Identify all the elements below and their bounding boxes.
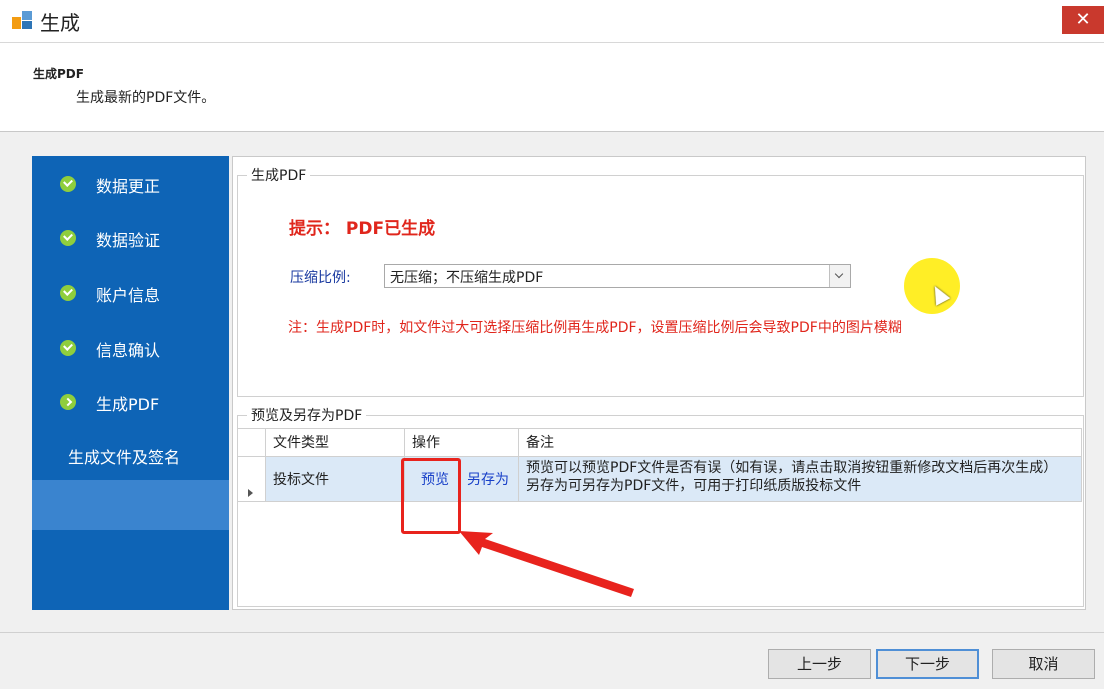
next-button[interactable]: 下一步 (876, 649, 979, 679)
close-button[interactable]: ✕ (1062, 6, 1104, 34)
sidebar-item-label: 账户信息 (96, 286, 161, 305)
check-circle-icon (60, 340, 76, 356)
wizard-steps-sidebar: 数据更正 数据验证 账户信息 信息确认 生成PDF 生成文件及签名 (32, 156, 229, 610)
sidebar-selection-highlight (32, 480, 229, 530)
sidebar-item-generate-pdf[interactable]: 生成PDF (60, 391, 160, 415)
step-description: 生成最新的PDF文件。 (76, 90, 216, 106)
sidebar-item-label: 数据更正 (96, 177, 161, 196)
check-circle-icon (60, 230, 76, 246)
cancel-button[interactable]: 取消 (992, 649, 1095, 679)
arrow-circle-icon (60, 394, 76, 410)
step-title: 生成PDF (33, 67, 84, 81)
sidebar-item-data-validation[interactable]: 数据验证 (60, 227, 161, 251)
sidebar-item-label: 信息确认 (96, 341, 161, 360)
sidebar-item-account-info[interactable]: 账户信息 (60, 282, 161, 306)
close-icon: ✕ (1075, 9, 1091, 30)
prev-button[interactable]: 上一步 (768, 649, 871, 679)
main-panel: 生成PDF 提示： PDF已生成 压缩比例: 无压缩；不压缩生成PDF 注：生成… (232, 156, 1086, 610)
sidebar-item-data-correction[interactable]: 数据更正 (60, 173, 161, 197)
check-circle-icon (60, 176, 76, 192)
divider (0, 131, 1104, 132)
sidebar-item-info-confirm[interactable]: 信息确认 (60, 337, 161, 361)
sidebar-item-label: 生成文件及签名 (68, 448, 181, 467)
title-bar: 生成 ✕ (0, 0, 1104, 42)
sidebar-item-generate-sign[interactable]: 生成文件及签名 (68, 444, 180, 468)
check-circle-icon (60, 285, 76, 301)
window-title: 生成 (40, 11, 80, 35)
sidebar-item-label: 生成PDF (96, 395, 160, 414)
sidebar-item-label: 数据验证 (96, 231, 161, 250)
divider (0, 632, 1104, 633)
annotation-arrow (459, 531, 634, 597)
wizard-header: 生成PDF 生成最新的PDF文件。 (0, 43, 1104, 131)
app-icon (12, 11, 32, 29)
